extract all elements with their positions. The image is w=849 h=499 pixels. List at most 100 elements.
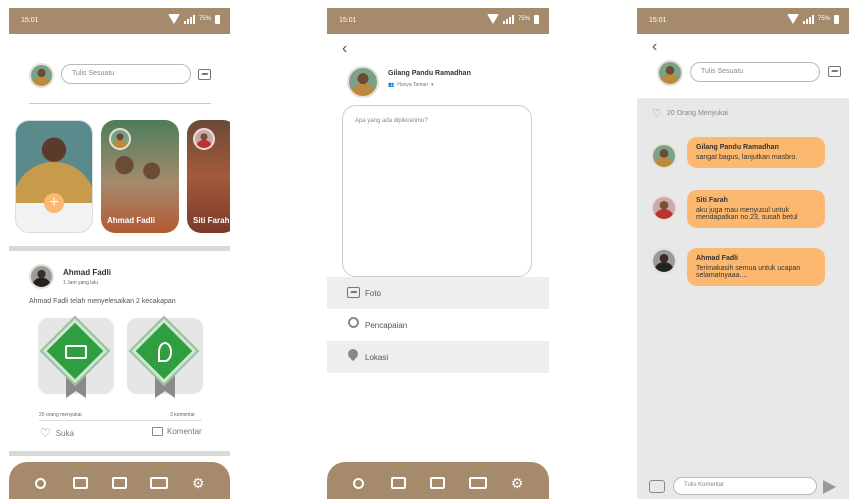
- leaf-icon: [158, 342, 172, 362]
- chat-icon[interactable]: [468, 475, 487, 491]
- status-time: 15:01: [339, 17, 357, 24]
- back-icon[interactable]: ‹: [342, 40, 347, 58]
- user-avatar[interactable]: [29, 63, 54, 88]
- option-photo[interactable]: Foto: [327, 277, 549, 309]
- likes-count[interactable]: 20 orang menyukai: [39, 412, 82, 418]
- like-button[interactable]: ♡ Suka: [40, 426, 74, 440]
- option-label: Lokasi: [365, 352, 389, 362]
- option-label: Pencapaian: [365, 320, 408, 330]
- gallery-icon[interactable]: [110, 475, 128, 491]
- wifi-icon: [486, 14, 499, 24]
- status-time: 15:01: [21, 17, 39, 24]
- commenter-name[interactable]: Ahmad Fadli: [696, 255, 816, 262]
- likes-text: 20 Orang Menyukai: [666, 110, 728, 117]
- achievement-badge[interactable]: [38, 318, 114, 398]
- like-label: Suka: [55, 428, 74, 438]
- friends-icon: 👥: [388, 82, 395, 88]
- battery-text: 75%: [517, 16, 530, 22]
- status-bar: 15:01 75%: [9, 8, 230, 34]
- comment-button[interactable]: Komentar: [152, 427, 202, 436]
- heart-icon: ♡: [652, 108, 662, 120]
- news-icon[interactable]: [71, 475, 89, 491]
- story-label: Ahmad Fadli: [107, 216, 156, 225]
- create-post-screen: 15:01 75% ‹ Gilang Pandu Ramadhan 👥 Hany…: [327, 8, 549, 499]
- chat-icon[interactable]: [149, 475, 168, 491]
- action-divider: [39, 420, 202, 421]
- settings-icon[interactable]: ⚙: [189, 475, 207, 491]
- story-avatar: [193, 128, 215, 150]
- audience-selector[interactable]: 👥 Hanya Teman ▾: [388, 82, 434, 88]
- comment-icon: [152, 427, 163, 436]
- signal-icon: [802, 14, 814, 24]
- heart-icon: ♡: [40, 426, 51, 440]
- comments-panel: ♡ 20 Orang Menyukai Gilang Pandu Ramadha…: [637, 98, 849, 499]
- comment-text: sangat bagus, lanjutkan masbro.: [696, 154, 798, 161]
- post-textarea[interactable]: Apa yang ada dipikiranmu?: [342, 105, 532, 277]
- comments-count[interactable]: 3 komentar: [170, 412, 195, 418]
- section-divider: [9, 451, 230, 456]
- battery-icon: [834, 14, 839, 24]
- chevron-down-icon: ▾: [431, 82, 434, 88]
- option-location[interactable]: Lokasi: [327, 341, 549, 373]
- audience-label: Hanya Teman: [397, 82, 428, 88]
- comment-text: Terimakasih semua untuk ucapan selamatny…: [696, 265, 801, 279]
- comment-bubble: Ahmad Fadli Terimakasih semua untuk ucap…: [687, 248, 825, 286]
- image-icon[interactable]: [828, 66, 841, 77]
- likes-row[interactable]: ♡ 20 Orang Menyukai: [652, 107, 728, 120]
- commenter-avatar[interactable]: [651, 195, 677, 221]
- battery-icon: [215, 14, 220, 24]
- location-pin-icon: [345, 346, 361, 362]
- post-text: Ahmad Fadli telah menyelesaikan 2 kecaka…: [29, 298, 176, 305]
- wifi-icon: [167, 14, 180, 24]
- post-time: 1 Jam yang lalu: [63, 280, 99, 286]
- post-author-avatar[interactable]: [29, 264, 54, 289]
- wifi-icon: [786, 14, 799, 24]
- send-icon[interactable]: [823, 480, 836, 494]
- image-icon[interactable]: [198, 69, 211, 80]
- news-icon[interactable]: [389, 475, 407, 491]
- user-avatar: [657, 60, 683, 86]
- camera-icon[interactable]: [649, 480, 665, 493]
- achievement-badge[interactable]: [127, 318, 203, 398]
- commenter-name[interactable]: Gilang Pandu Ramadhan: [696, 144, 816, 151]
- post-author-name[interactable]: Ahmad Fadli: [63, 268, 111, 277]
- story-label: Siti Farah: [193, 216, 230, 225]
- bottom-nav: ⚙: [327, 462, 549, 499]
- status-bar: 15:01 75%: [327, 8, 549, 34]
- option-achievement[interactable]: Pencapaian: [327, 309, 549, 341]
- medal-icon: [348, 317, 359, 328]
- comment-input[interactable]: Tulis Komentar: [673, 477, 817, 495]
- medal-icon[interactable]: [350, 475, 368, 491]
- feed-screen: 15:01 75% Tulis Sesuatu + Ahmad Fadli Si…: [9, 8, 230, 499]
- comment-label: Komentar: [167, 427, 202, 436]
- status-bar: 15:01 75%: [637, 8, 849, 34]
- image-icon: [347, 287, 360, 298]
- add-story-icon[interactable]: +: [44, 193, 64, 213]
- story-item[interactable]: Ahmad Fadli: [101, 120, 179, 233]
- back-icon[interactable]: ‹: [652, 38, 657, 56]
- battery-text: 75%: [198, 16, 211, 22]
- story-avatar: [109, 128, 131, 150]
- comment-bubble: Siti Farah aku juga mau menyusul untuk m…: [687, 190, 825, 228]
- signal-icon: [183, 14, 195, 24]
- section-divider: [9, 246, 230, 251]
- status-time: 15:01: [649, 17, 667, 24]
- commenter-name[interactable]: Siti Farah: [696, 197, 816, 204]
- bottom-nav: ⚙: [9, 462, 230, 499]
- compose-underline: [29, 103, 211, 104]
- story-item[interactable]: Siti Farah: [187, 120, 230, 233]
- user-avatar: [347, 66, 379, 98]
- compose-input[interactable]: Tulis Sesuatu: [61, 64, 191, 84]
- compose-input[interactable]: Tulis Sesuatu: [690, 62, 820, 82]
- chat-icon: [65, 345, 87, 359]
- gallery-icon[interactable]: [429, 475, 447, 491]
- comments-screen: 15:01 75% ‹ Tulis Sesuatu ♡ 20 Orang Men…: [637, 8, 849, 499]
- commenter-avatar[interactable]: [651, 143, 677, 169]
- comment-text: aku juga mau menyusul untuk mendapatkan …: [696, 207, 798, 221]
- option-label: Foto: [365, 288, 382, 298]
- story-add[interactable]: +: [15, 120, 93, 233]
- battery-icon: [534, 14, 539, 24]
- medal-icon[interactable]: [32, 475, 50, 491]
- settings-icon[interactable]: ⚙: [508, 475, 526, 491]
- commenter-avatar[interactable]: [651, 248, 677, 274]
